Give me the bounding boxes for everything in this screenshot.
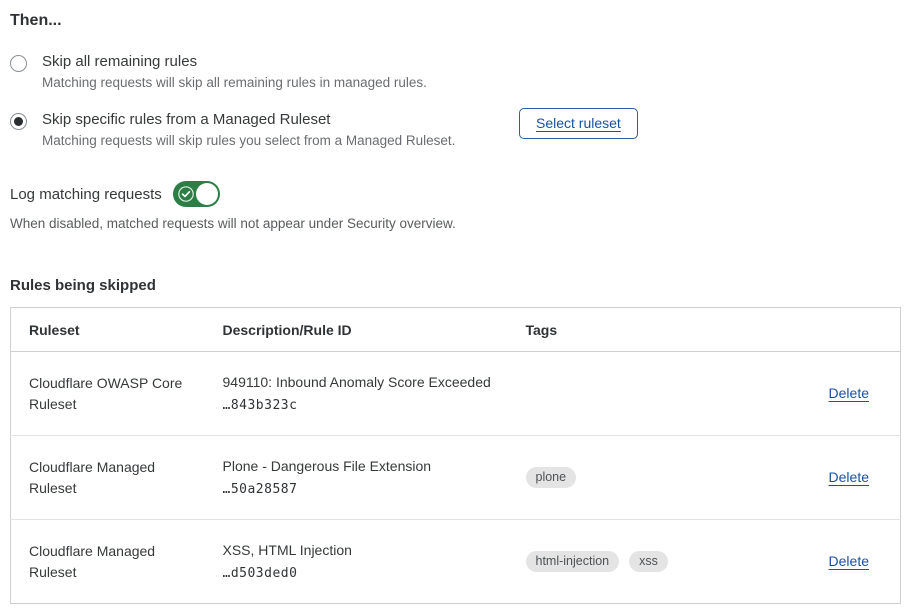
radio-skip-all-remaining[interactable] (10, 55, 27, 72)
action-options: Skip all remaining rules Matching reques… (10, 53, 900, 148)
option-desc-skip-specific: Matching requests will skip rules you se… (42, 133, 455, 148)
delete-rule-link[interactable]: Delete (829, 553, 869, 569)
rule-actions-cell: Delete (771, 436, 901, 520)
rule-description: Plone - Dangerous File Extension (223, 458, 526, 474)
rule-description: 949110: Inbound Anomaly Score Exceeded (223, 374, 526, 390)
rules-being-skipped-heading: Rules being skipped (10, 277, 900, 294)
tag-pill: xss (629, 551, 668, 572)
option-skip-all-remaining: Skip all remaining rules Matching reques… (10, 53, 900, 90)
rule-id: …d503ded0 (223, 566, 526, 581)
ruleset-name: Cloudflare Managed Ruleset (11, 436, 223, 520)
rule-description-cell: Plone - Dangerous File Extension …50a285… (223, 436, 526, 520)
column-header-ruleset: Ruleset (11, 308, 223, 352)
ruleset-name: Cloudflare OWASP Core Ruleset (11, 352, 223, 436)
table-row: Cloudflare OWASP Core Ruleset 949110: In… (11, 352, 901, 436)
tag-pill: html-injection (526, 551, 620, 572)
check-icon (178, 186, 194, 202)
then-heading: Then... (10, 12, 900, 30)
rule-description: XSS, HTML Injection (223, 542, 526, 558)
rule-description-cell: 949110: Inbound Anomaly Score Exceeded …… (223, 352, 526, 436)
rule-description-cell: XSS, HTML Injection …d503ded0 (223, 520, 526, 604)
tag-pill: plone (526, 467, 577, 488)
option-label-skip-specific[interactable]: Skip specific rules from a Managed Rules… (42, 111, 455, 128)
column-header-description-rule-id: Description/Rule ID (223, 308, 526, 352)
rule-actions-cell: Delete (771, 352, 901, 436)
option-desc-skip-all: Matching requests will skip all remainin… (42, 75, 427, 90)
rule-id: …50a28587 (223, 482, 526, 497)
log-matching-section: Log matching requests When disabled, mat… (10, 181, 900, 231)
rule-tags-cell (526, 352, 771, 436)
rule-tags-cell: html-injection xss (526, 520, 771, 604)
column-header-tags: Tags (526, 308, 771, 352)
option-label-skip-all[interactable]: Skip all remaining rules (42, 53, 427, 70)
log-matching-toggle[interactable] (173, 181, 220, 207)
toggle-knob (196, 183, 218, 205)
radio-skip-specific-rules[interactable] (10, 113, 27, 130)
rule-actions-cell: Delete (771, 520, 901, 604)
column-header-actions (771, 308, 901, 352)
table-row: Cloudflare Managed Ruleset Plone - Dange… (11, 436, 901, 520)
log-matching-label: Log matching requests (10, 186, 162, 203)
select-ruleset-button[interactable]: Select ruleset (519, 108, 638, 139)
option-skip-specific-rules: Skip specific rules from a Managed Rules… (10, 111, 900, 148)
log-matching-description: When disabled, matched requests will not… (10, 216, 900, 231)
table-header-row: Ruleset Description/Rule ID Tags (11, 308, 901, 352)
rule-tags-cell: plone (526, 436, 771, 520)
delete-rule-link[interactable]: Delete (829, 469, 869, 485)
table-row: Cloudflare Managed Ruleset XSS, HTML Inj… (11, 520, 901, 604)
delete-rule-link[interactable]: Delete (829, 385, 869, 401)
rule-id: …843b323c (223, 398, 526, 413)
ruleset-name: Cloudflare Managed Ruleset (11, 520, 223, 604)
rules-being-skipped-table: Ruleset Description/Rule ID Tags Cloudfl… (10, 307, 901, 604)
